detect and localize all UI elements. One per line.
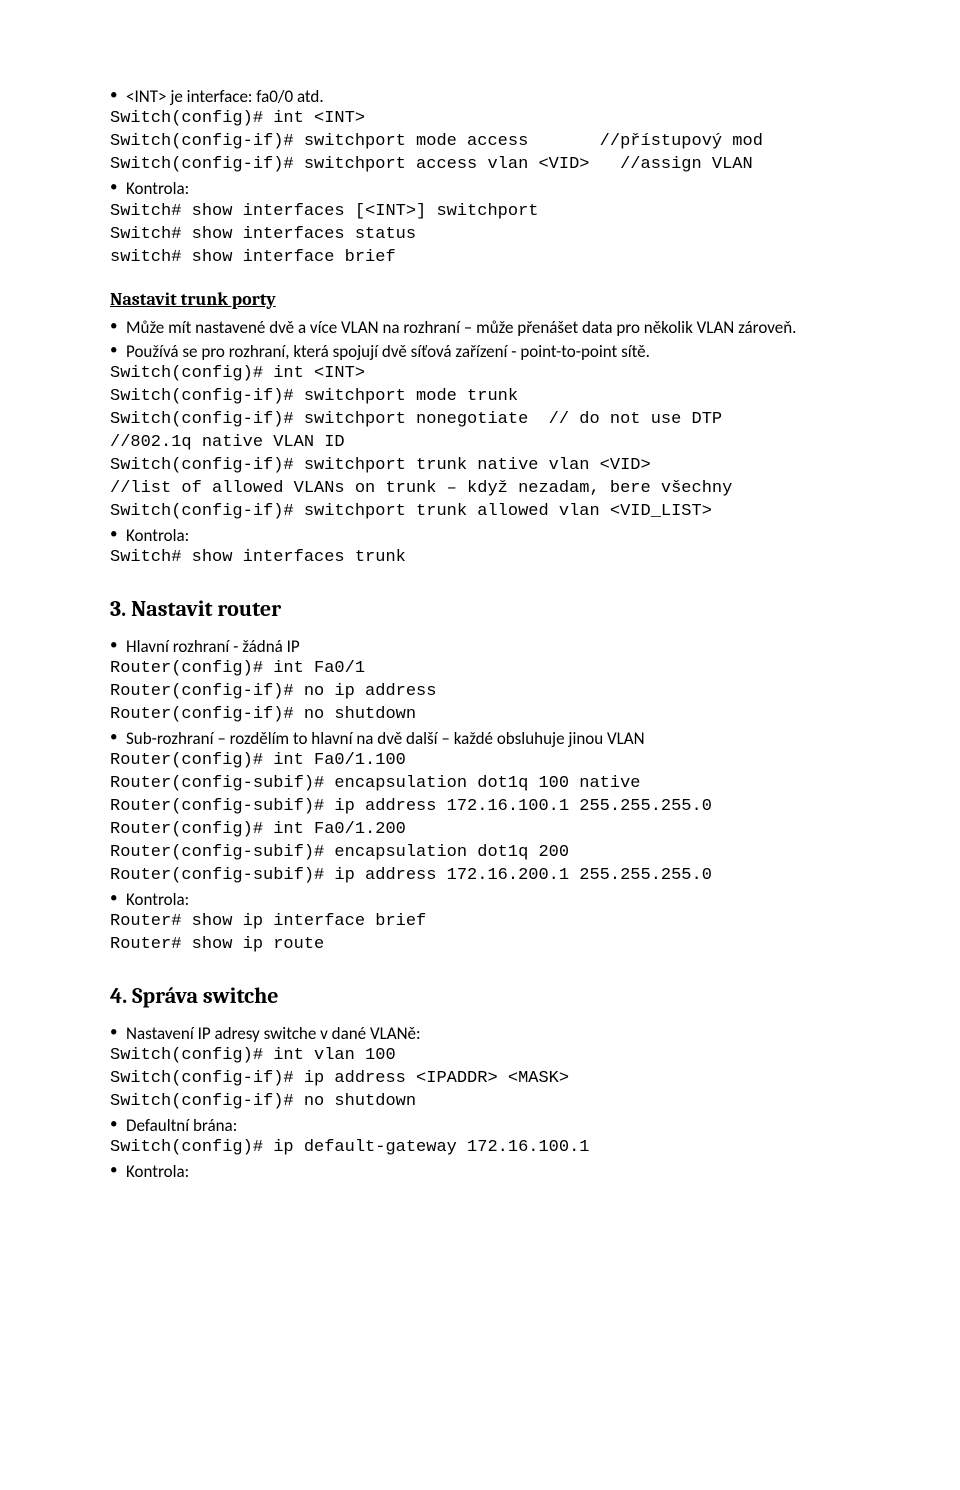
command-line: switch# show interface brief xyxy=(110,247,865,270)
command-line: Switch(config-if)# no shutdown xyxy=(110,1091,865,1114)
list-item: • <INT> je interface: fa0/0 atd. xyxy=(110,85,865,108)
bullet-icon: • xyxy=(110,1022,126,1043)
list-item: • Kontrola: xyxy=(110,1160,865,1183)
bullet-text: Nastavení IP adresy switche v dané VLANě… xyxy=(126,1022,865,1045)
list-item: • Kontrola: xyxy=(110,888,865,911)
command-line: Router(config-subif)# encapsulation dot1… xyxy=(110,842,865,865)
bullet-icon: • xyxy=(110,1160,126,1181)
heading-router: 3. Nastavit router xyxy=(110,594,865,624)
bullet-text: Kontrola: xyxy=(126,177,865,200)
bullet-icon: • xyxy=(110,177,126,198)
list-item: • Používá se pro rozhraní, která spojují… xyxy=(110,340,865,363)
bullet-text: Může mít nastavené dvě a více VLAN na ro… xyxy=(126,316,865,339)
bullet-icon: • xyxy=(110,1114,126,1135)
bullet-text: Kontrola: xyxy=(126,1160,865,1183)
list-item: • Hlavní rozhraní - žádná IP xyxy=(110,635,865,658)
bullet-icon: • xyxy=(110,340,126,361)
bullet-icon: • xyxy=(110,85,126,106)
command-line: Switch(config)# int <INT> xyxy=(110,108,865,131)
command-line: Router(config-subif)# encapsulation dot1… xyxy=(110,773,865,796)
command-line: Switch# show interfaces status xyxy=(110,224,865,247)
command-line: Switch(config-if)# switchport mode trunk xyxy=(110,386,865,409)
bullet-text: Používá se pro rozhraní, která spojují d… xyxy=(126,340,865,363)
heading-trunk-ports: Nastavit trunk porty xyxy=(110,288,865,313)
command-line: Router(config-subif)# ip address 172.16.… xyxy=(110,865,865,888)
bullet-text: Kontrola: xyxy=(126,888,865,911)
command-line: Switch(config-if)# switchport trunk allo… xyxy=(110,501,865,524)
command-line: Switch(config-if)# switchport access vla… xyxy=(110,154,865,177)
list-item: • Kontrola: xyxy=(110,177,865,200)
bullet-text: <INT> je interface: fa0/0 atd. xyxy=(126,85,865,108)
command-line: Switch(config)# int vlan 100 xyxy=(110,1045,865,1068)
command-line: Switch# show interfaces [<INT>] switchpo… xyxy=(110,201,865,224)
list-item: • Defaultní brána: xyxy=(110,1114,865,1137)
bullet-icon: • xyxy=(110,888,126,909)
command-line: Router(config-if)# no ip address xyxy=(110,681,865,704)
bullet-icon: • xyxy=(110,635,126,656)
command-line: Router(config)# int Fa0/1.100 xyxy=(110,750,865,773)
command-line: Router(config)# int Fa0/1 xyxy=(110,658,865,681)
bullet-text: Defaultní brána: xyxy=(126,1114,865,1137)
list-item: • Může mít nastavené dvě a více VLAN na … xyxy=(110,316,865,339)
command-line: Router# show ip interface brief xyxy=(110,911,865,934)
command-line: //802.1q native VLAN ID xyxy=(110,432,865,455)
command-line: Switch(config)# int <INT> xyxy=(110,363,865,386)
command-line: Router# show ip route xyxy=(110,934,865,957)
list-item: • Kontrola: xyxy=(110,524,865,547)
bullet-text: Sub-rozhraní – rozdělím to hlavní na dvě… xyxy=(126,727,865,750)
command-line: Switch(config-if)# switchport mode acces… xyxy=(110,131,865,154)
command-line: Switch# show interfaces trunk xyxy=(110,547,865,570)
list-item: • Sub-rozhraní – rozdělím to hlavní na d… xyxy=(110,727,865,750)
command-line: Router(config-subif)# ip address 172.16.… xyxy=(110,796,865,819)
command-line: Router(config)# int Fa0/1.200 xyxy=(110,819,865,842)
command-line: Switch(config-if)# ip address <IPADDR> <… xyxy=(110,1068,865,1091)
heading-switch-management: 4. Správa switche xyxy=(110,981,865,1011)
command-line: //list of allowed VLANs on trunk – když … xyxy=(110,478,865,501)
bullet-icon: • xyxy=(110,316,126,337)
command-line: Switch(config-if)# switchport trunk nati… xyxy=(110,455,865,478)
bullet-icon: • xyxy=(110,727,126,748)
bullet-icon: • xyxy=(110,524,126,545)
bullet-text: Kontrola: xyxy=(126,524,865,547)
command-line: Switch(config)# ip default-gateway 172.1… xyxy=(110,1137,865,1160)
command-line: Switch(config-if)# switchport nonegotiat… xyxy=(110,409,865,432)
list-item: • Nastavení IP adresy switche v dané VLA… xyxy=(110,1022,865,1045)
bullet-text: Hlavní rozhraní - žádná IP xyxy=(126,635,865,658)
command-line: Router(config-if)# no shutdown xyxy=(110,704,865,727)
